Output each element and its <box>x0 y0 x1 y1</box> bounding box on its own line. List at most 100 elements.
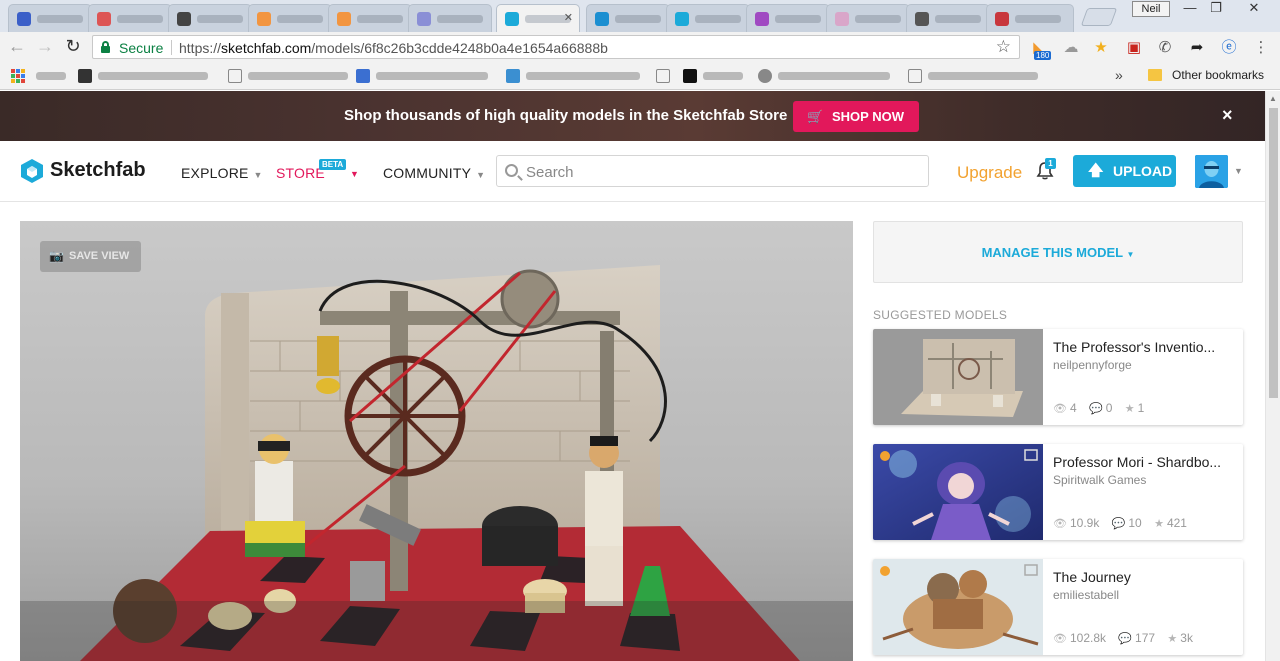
model-viewer[interactable]: 📷 SAVE VIEW <box>20 221 853 661</box>
model-stats: 👁 102.8k 💬 177 ★ 3k <box>1053 631 1193 645</box>
more-bookmarks-chevron-icon[interactable]: » <box>1115 67 1123 83</box>
back-arrow-icon[interactable]: ← <box>6 36 28 58</box>
browser-tab[interactable] <box>8 4 92 32</box>
avatar-image <box>1195 155 1228 188</box>
chevron-down-icon: ▼ <box>253 170 263 180</box>
model-title[interactable]: The Professor's Inventio... <box>1053 339 1235 355</box>
tab-favicon-icon <box>177 12 191 26</box>
chrome-menu-icon[interactable]: ⋮ <box>1252 39 1270 57</box>
browser-tab[interactable] <box>88 4 172 32</box>
ie-extension-icon[interactable]: ⓔ <box>1220 39 1238 57</box>
browser-tab[interactable] <box>248 4 332 32</box>
manage-model-dropdown[interactable]: MANAGE THIS MODEL ▼ <box>874 245 1242 260</box>
star-extension-icon[interactable]: ★ <box>1092 39 1110 57</box>
minimize-icon[interactable]: — <box>1176 0 1204 18</box>
secure-label: Secure <box>119 40 164 56</box>
store-promo-banner: Shop thousands of high quality models in… <box>0 91 1265 141</box>
browser-tab[interactable] <box>328 4 412 32</box>
model-thumbnail[interactable] <box>873 559 1043 655</box>
eye-icon: 👁 <box>1053 403 1067 415</box>
search-input[interactable] <box>526 162 921 182</box>
upgrade-link[interactable]: Upgrade <box>957 163 1022 183</box>
page-icon <box>228 69 242 83</box>
search-box[interactable] <box>496 155 929 187</box>
sketchfab-logo-icon[interactable] <box>20 158 44 184</box>
browser-tab[interactable] <box>746 4 830 32</box>
model-thumbnail[interactable] <box>873 444 1043 540</box>
browser-tab-active[interactable]: ✕ <box>496 4 580 32</box>
browser-tab[interactable] <box>586 4 670 32</box>
bookmark-star-icon[interactable]: ☆ <box>996 37 1011 57</box>
new-tab-button[interactable] <box>1080 8 1118 26</box>
browser-tab[interactable] <box>168 4 252 32</box>
close-tab-icon[interactable]: ✕ <box>564 11 573 24</box>
chevron-down-icon[interactable]: ▼ <box>1234 166 1243 176</box>
browser-tab[interactable] <box>986 4 1074 32</box>
save-view-button[interactable]: 📷 SAVE VIEW <box>40 241 141 272</box>
tab-favicon-icon <box>17 12 31 26</box>
folder-icon <box>1148 69 1162 81</box>
browser-tab[interactable] <box>408 4 492 32</box>
chevron-down-icon: ▼ <box>1126 250 1135 259</box>
bookmark-favicon-icon <box>78 69 92 83</box>
beta-badge: BETA <box>319 159 347 170</box>
suggested-model-card[interactable]: The Professor's Inventio... neilpennyfor… <box>873 329 1243 425</box>
tab-favicon-icon <box>257 12 271 26</box>
tab-favicon-icon <box>595 12 609 26</box>
bookmarks-bar: » Other bookmarks <box>0 62 1280 90</box>
chevron-down-icon: ▼ <box>476 170 486 180</box>
tab-favicon-icon <box>337 12 351 26</box>
brand-name[interactable]: Sketchfab <box>50 159 146 182</box>
3d-model-render[interactable] <box>20 221 853 661</box>
page-icon <box>908 69 922 83</box>
nav-community[interactable]: COMMUNITY ▼ <box>383 165 485 181</box>
comment-icon: 💬 <box>1089 403 1103 415</box>
browser-tab[interactable] <box>666 4 750 32</box>
chevron-down-icon[interactable]: ▼ <box>350 169 359 179</box>
cloud-extension-icon[interactable]: ☁ <box>1062 39 1080 57</box>
maximize-icon[interactable]: ❐ <box>1202 0 1230 18</box>
browser-tab[interactable] <box>826 4 910 32</box>
model-title[interactable]: Professor Mori - Shardbo... <box>1053 454 1235 470</box>
address-bar[interactable]: Secure https://sketchfab.com/models/6f8c… <box>92 35 1020 59</box>
bookmark-favicon-icon <box>356 69 370 83</box>
cart-icon: 🛒 <box>807 109 824 124</box>
tab-favicon-icon <box>417 12 431 26</box>
model-title[interactable]: The Journey <box>1053 569 1235 585</box>
scrollbar-thumb[interactable] <box>1269 108 1278 398</box>
suggested-model-card[interactable]: The Journey emiliestabell 👁 102.8k 💬 177 ★… <box>873 559 1243 655</box>
model-author[interactable]: neilpennyforge <box>1053 358 1132 372</box>
page-scrollbar[interactable]: ▲ <box>1265 91 1280 661</box>
star-icon: ★ <box>1167 633 1178 645</box>
manage-model-panel[interactable]: MANAGE THIS MODEL ▼ <box>873 221 1243 283</box>
bookmark-favicon-icon <box>683 69 697 83</box>
nav-explore[interactable]: EXPLORE ▼ <box>181 165 263 181</box>
browser-tab[interactable] <box>906 4 990 32</box>
model-stats: 👁 4 💬 0 ★ 1 <box>1053 401 1145 415</box>
reload-icon[interactable]: ↻ <box>62 36 84 58</box>
nav-store[interactable]: STORE <box>276 165 325 181</box>
forward-arrow-icon[interactable]: → <box>34 36 56 58</box>
phone-extension-icon[interactable]: ✆ <box>1156 39 1174 57</box>
close-window-icon[interactable]: ✕ <box>1240 0 1268 18</box>
other-bookmarks[interactable]: Other bookmarks <box>1172 68 1264 82</box>
scroll-up-icon[interactable]: ▲ <box>1269 94 1277 103</box>
model-thumbnail[interactable] <box>873 329 1043 425</box>
model-author[interactable]: Spiritwalk Games <box>1053 473 1146 487</box>
user-avatar[interactable] <box>1195 155 1228 188</box>
model-author[interactable]: emiliestabell <box>1053 588 1119 602</box>
gift-extension-icon[interactable]: ▣ <box>1125 39 1143 57</box>
shop-now-button[interactable]: 🛒 SHOP NOW <box>793 101 919 132</box>
star-icon: ★ <box>1124 403 1135 415</box>
share-extension-icon[interactable]: ➦ <box>1188 39 1206 57</box>
comment-icon: 💬 <box>1118 633 1133 645</box>
suggested-model-card[interactable]: Professor Mori - Shardbo... Spiritwalk G… <box>873 444 1243 540</box>
close-icon[interactable]: × <box>1222 105 1233 126</box>
upload-button[interactable]: 🡅 UPLOAD <box>1073 155 1176 187</box>
profile-button[interactable]: Neil <box>1132 1 1170 17</box>
apps-icon[interactable] <box>11 69 25 83</box>
url-text[interactable]: https://sketchfab.com/models/6f8c26b3cdd… <box>179 40 608 56</box>
page-icon <box>656 69 670 83</box>
sketchfab-favicon-icon <box>505 12 519 26</box>
search-icon <box>505 164 518 177</box>
